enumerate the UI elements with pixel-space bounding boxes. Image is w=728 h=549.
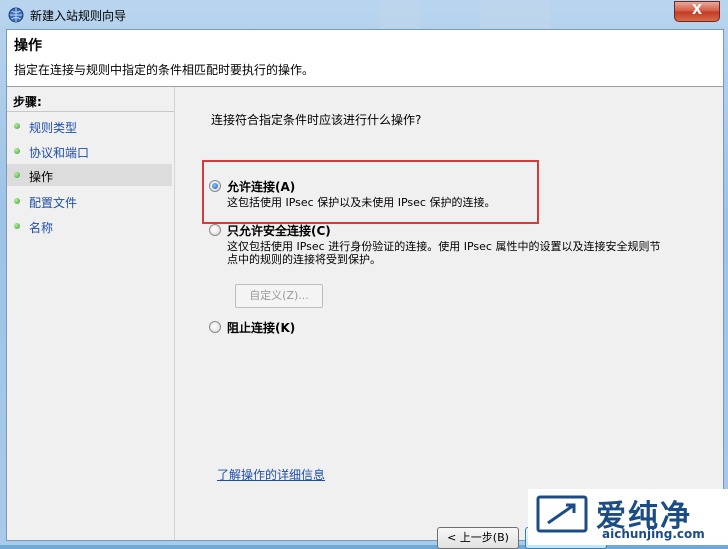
steps-sidebar: 步骤: 规则类型 协议和端口 操作 配置文件 名称 [7, 87, 175, 540]
learn-more-link[interactable]: 了解操作的详细信息 [217, 466, 325, 483]
sidebar-item-rule-type[interactable]: 规则类型 [7, 115, 172, 137]
option-block-label[interactable]: 阻止连接(K) [227, 319, 295, 336]
sidebar-item-name[interactable]: 名称 [7, 215, 172, 237]
sidebar-item-label: 协议和端口 [29, 146, 90, 160]
sidebar-item-label: 名称 [29, 221, 54, 235]
firewall-app-icon [8, 7, 24, 23]
sidebar-item-profile[interactable]: 配置文件 [7, 190, 172, 212]
watermark: 爱纯净 aichunjing.com [528, 489, 728, 545]
page-description: 指定在连接与规则中指定的条件相匹配时要执行的操作。 [14, 63, 315, 77]
action-question: 连接符合指定条件时应该进行什么操作? [211, 113, 422, 127]
step-bullet-icon [14, 123, 20, 129]
step-bullet-icon [14, 198, 20, 204]
sidebar-item-label: 操作 [29, 170, 54, 184]
wizard-header: 操作 指定在连接与规则中指定的条件相匹配时要执行的操作。 [7, 30, 723, 87]
wizard-client-area: 操作 指定在连接与规则中指定的条件相匹配时要执行的操作。 步骤: 规则类型 协议… [6, 29, 724, 549]
sidebar-item-label: 规则类型 [29, 121, 78, 135]
close-button[interactable]: X [674, 1, 720, 22]
steps-heading: 步骤: [13, 95, 42, 109]
window-title: 新建入站规则向导 [30, 9, 127, 23]
page-title: 操作 [14, 38, 42, 54]
radio-secure-only[interactable] [209, 224, 221, 236]
steps-divider [7, 111, 174, 112]
option-allow-label[interactable]: 允许连接(A) [227, 178, 295, 195]
customize-button[interactable]: 自定义(Z)... [235, 284, 323, 308]
action-panel: 连接符合指定条件时应该进行什么操作? 允许连接(A) 这包括使用 IPsec 保… [175, 87, 723, 549]
back-button[interactable]: < 上一步(B) [437, 527, 519, 549]
watermark-logo-icon [536, 495, 588, 533]
option-secure-only-description: 这仅包括使用 IPsec 进行身份验证的连接。使用 IPsec 属性中的设置以及… [227, 240, 661, 266]
title-bar[interactable]: 新建入站规则向导 X [0, 0, 728, 30]
step-bullet-icon [14, 172, 20, 178]
option-secure-only-label[interactable]: 只允许安全连接(C) [227, 222, 331, 239]
sidebar-item-label: 配置文件 [29, 196, 78, 210]
sidebar-item-action[interactable]: 操作 [7, 164, 172, 186]
wizard-window: 新建入站规则向导 X 操作 指定在连接与规则中指定的条件相匹配时要执行的操作。 … [0, 0, 728, 549]
radio-allow[interactable] [209, 180, 221, 192]
option-allow-description: 这包括使用 IPsec 保护以及未使用 IPsec 保护的连接。 [227, 196, 496, 209]
step-bullet-icon [14, 148, 20, 154]
close-icon: X [691, 3, 703, 18]
sidebar-item-protocol-ports[interactable]: 协议和端口 [7, 140, 172, 162]
watermark-url: aichunjing.com [602, 527, 705, 541]
step-bullet-icon [14, 223, 20, 229]
radio-block[interactable] [209, 321, 221, 333]
